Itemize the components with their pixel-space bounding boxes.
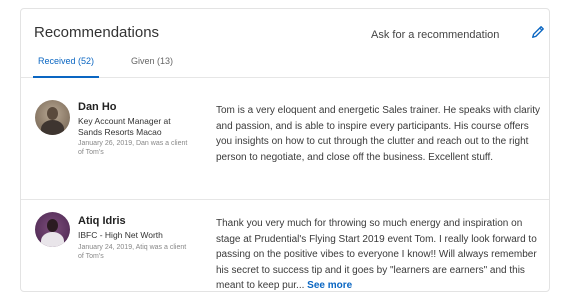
pencil-icon[interactable] [531, 25, 545, 39]
recommender-name[interactable]: Dan Ho [78, 101, 117, 113]
recommendation-tabs: Received (52) Given (13) [21, 45, 549, 78]
avatar[interactable] [35, 100, 70, 135]
card-header: Recommendations Ask for a recommendation [21, 9, 549, 45]
recommendation-meta: January 24, 2019, Atiq was a client of T… [78, 244, 187, 260]
tab-given[interactable]: Given (13) [131, 56, 173, 66]
recommendation-text: Thank you very much for throwing so much… [216, 216, 544, 291]
recommendation-item: Atiq Idris IBFC - High Net Worth January… [21, 199, 549, 291]
active-tab-indicator [33, 76, 99, 78]
recommender-role: Key Account Manager at Sands Resorts Mac… [78, 116, 171, 137]
avatar[interactable] [35, 212, 70, 247]
recommender-name[interactable]: Atiq Idris [78, 215, 126, 227]
see-more-link[interactable]: See more [307, 280, 352, 291]
recommender-role: IBFC - High Net Worth [78, 230, 163, 240]
tab-received[interactable]: Received (52) [38, 56, 94, 66]
recommendation-body: Tom is a very eloquent and energetic Sal… [216, 105, 541, 163]
recommendation-text: Tom is a very eloquent and energetic Sal… [216, 103, 544, 165]
recommendation-meta: January 26, 2019, Dan was a client of To… [78, 140, 188, 156]
section-title: Recommendations [34, 24, 160, 41]
recommendations-card: Recommendations Ask for a recommendation… [20, 8, 550, 292]
recommendation-body: Thank you very much for throwing so much… [216, 218, 537, 291]
ask-for-recommendation-link[interactable]: Ask for a recommendation [371, 29, 499, 41]
